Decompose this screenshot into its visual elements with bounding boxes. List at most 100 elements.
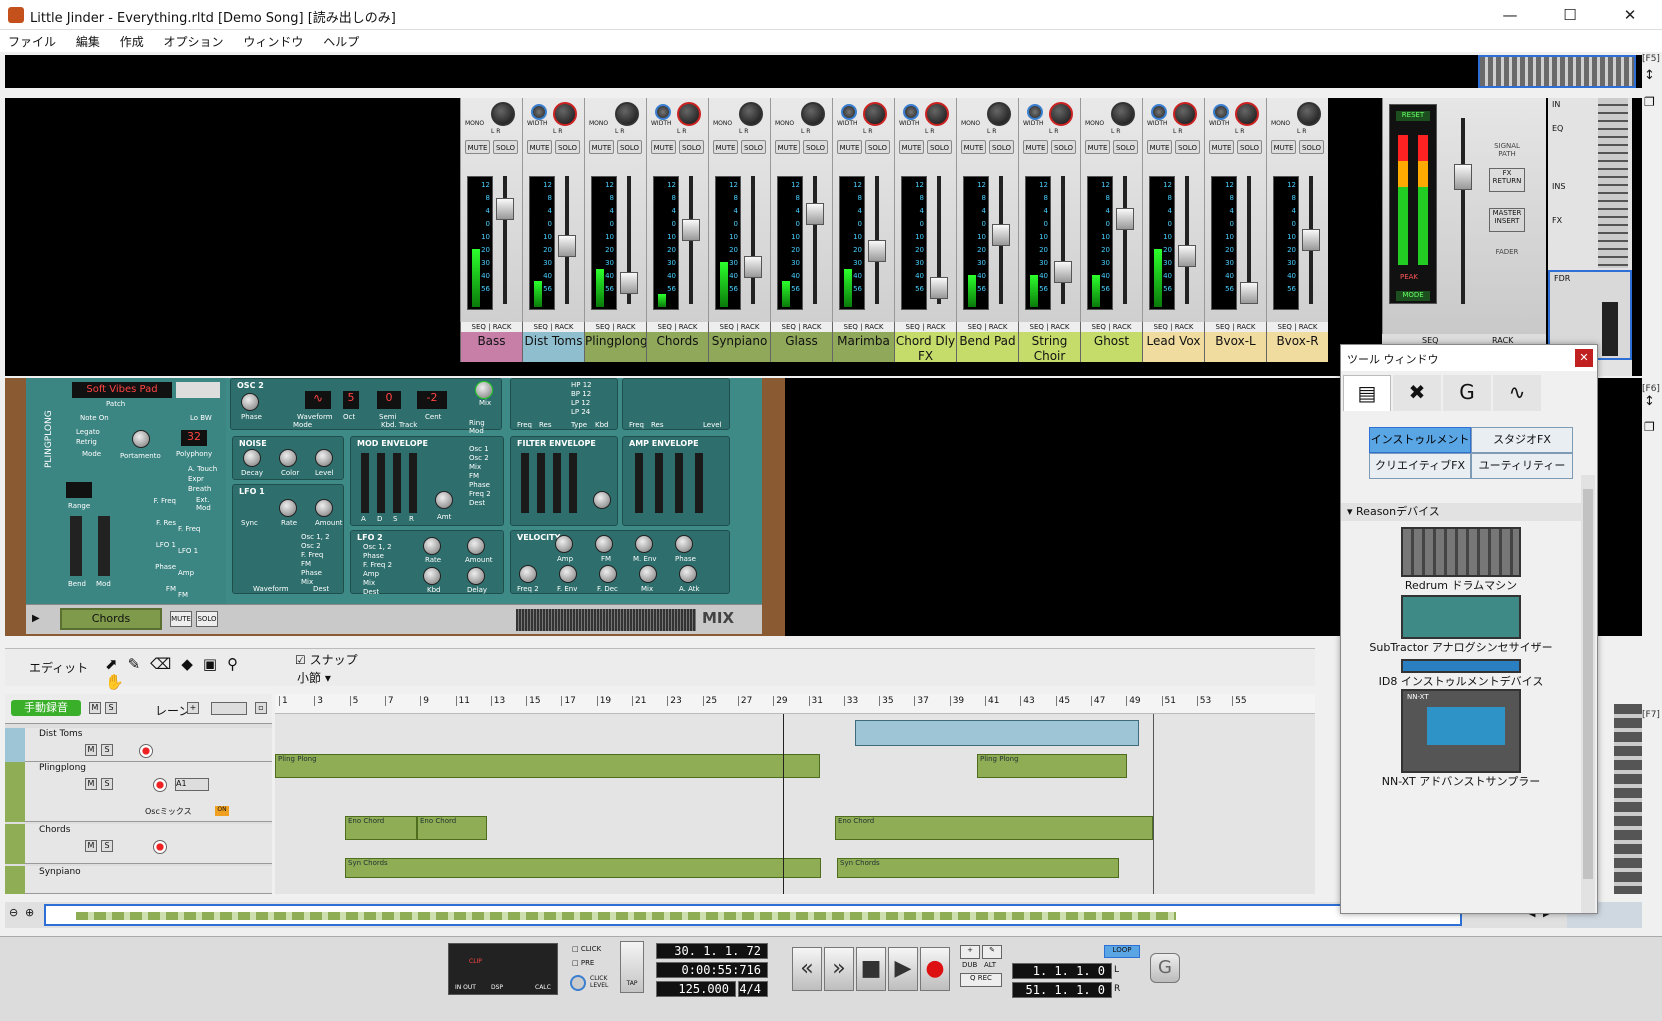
clip[interactable]: Syn Chords — [837, 858, 1119, 878]
clip[interactable] — [855, 720, 1139, 746]
detach-icon[interactable]: ↕ — [1644, 68, 1655, 83]
width-knob[interactable] — [841, 104, 857, 120]
phase-knob[interactable] — [241, 393, 259, 411]
mod-wheel[interactable] — [98, 516, 110, 576]
channel-fader[interactable] — [682, 219, 700, 241]
solo-button[interactable]: SOLO — [617, 140, 642, 154]
clip[interactable]: Pling Plong — [275, 754, 820, 778]
channel-fader[interactable] — [1054, 261, 1072, 283]
seq-rack-buttons[interactable]: SEQ | RACK — [771, 322, 832, 332]
channel-fader[interactable] — [744, 256, 762, 278]
timeline-ruler[interactable]: 1 3 5 7 9 11 13 15 17 19 21 23 25 27 29 31 33 35 37 39 41 43 4… — [275, 694, 1315, 714]
cent-display[interactable]: -2 — [417, 391, 447, 409]
track-record-button[interactable] — [153, 778, 167, 792]
signature-display[interactable]: 4/4 — [738, 981, 768, 997]
vel-fenv-knob[interactable] — [559, 565, 577, 583]
device-subtractor[interactable]: SubTractor アナログシンセサイザー — [1341, 595, 1581, 655]
pencil-tool-icon[interactable]: ✎ — [128, 655, 151, 673]
track-name[interactable]: Synpiano — [39, 867, 81, 877]
mute-button[interactable]: MUTE — [1271, 140, 1296, 154]
expand-arrow-icon[interactable]: ▶ — [32, 613, 40, 624]
vel-amp-knob[interactable] — [555, 535, 573, 553]
menu-window[interactable]: ウィンドウ — [235, 30, 311, 50]
amp-env-s-slider[interactable] — [675, 453, 683, 513]
rack-overview[interactable] — [5, 55, 1642, 88]
loop-r-button[interactable]: R — [1114, 984, 1120, 994]
maximize-button[interactable]: ☐ — [1552, 4, 1588, 26]
seq-rack-buttons[interactable]: SEQ | RACK — [709, 322, 770, 332]
detach-rack-icon[interactable]: ↕ — [1644, 394, 1655, 409]
pattern-select[interactable]: A1 — [175, 778, 209, 791]
loop-l-button[interactable]: L — [1114, 965, 1119, 975]
tab-tools-icon[interactable]: ✖ — [1393, 375, 1441, 411]
lfo2-amount-knob[interactable] — [467, 537, 485, 555]
filter-env-r-slider[interactable] — [569, 453, 577, 513]
channel-label[interactable]: SEQ | RACK Marimba — [832, 322, 894, 362]
seq-rack-buttons[interactable]: SEQ | RACK — [1205, 322, 1266, 332]
reason-logo-icon[interactable]: G — [1150, 953, 1180, 983]
snap-select[interactable]: 小節 ▾ — [297, 669, 331, 686]
amp-env-a-slider[interactable] — [635, 453, 643, 513]
pan-knob[interactable] — [1297, 102, 1321, 126]
fdr-fader[interactable] — [1602, 302, 1618, 356]
seq-rack-buttons[interactable]: SEQ | RACK — [1081, 322, 1142, 332]
lfo1-rate-knob[interactable] — [279, 499, 297, 517]
pan-knob[interactable] — [925, 102, 949, 126]
combinator-name[interactable]: Chords — [60, 608, 162, 630]
pan-knob[interactable] — [1235, 102, 1259, 126]
solo-button[interactable]: SOLO — [679, 140, 704, 154]
solo-button[interactable]: SOLO — [1299, 140, 1324, 154]
channel-label[interactable]: SEQ | RACK Bvox-R — [1266, 322, 1328, 362]
track-row[interactable]: Synpiano — [5, 866, 272, 894]
channel-fader[interactable] — [930, 277, 948, 299]
solo-button[interactable]: SOLO — [1051, 140, 1076, 154]
mix-knob[interactable] — [475, 381, 493, 399]
patch-display[interactable]: Soft Vibes Pad — [72, 382, 172, 398]
seq-rack-buttons[interactable]: SEQ | RACK — [1267, 322, 1328, 332]
pan-knob[interactable] — [1049, 102, 1073, 126]
mute-button[interactable]: MUTE — [961, 140, 986, 154]
tab-audio-icon[interactable]: ∿ — [1493, 375, 1541, 411]
width-knob[interactable] — [655, 104, 671, 120]
track-name[interactable]: Dist Toms — [39, 729, 82, 739]
patch-browse-buttons[interactable] — [176, 382, 220, 398]
filter-env-s-slider[interactable] — [553, 453, 561, 513]
mute-button[interactable]: MUTE — [1085, 140, 1110, 154]
stop-button[interactable]: ■ — [856, 947, 886, 991]
click-level-knob[interactable] — [570, 975, 586, 991]
solo-button[interactable]: SOLO — [493, 140, 518, 154]
channel-label[interactable]: SEQ | RACK Chords — [646, 322, 708, 362]
category-utility[interactable]: ユーティリティー — [1471, 453, 1573, 479]
magnify-tool-icon[interactable]: ⚲ — [227, 655, 248, 673]
reset-button[interactable]: RESET — [1396, 111, 1430, 121]
seq-rack-buttons[interactable]: SEQ | RACK — [1143, 322, 1204, 332]
solo-button[interactable]: SOLO — [555, 140, 580, 154]
tool-window-close-icon[interactable]: ✕ — [1575, 349, 1593, 367]
width-knob[interactable] — [1027, 104, 1043, 120]
add-lane-icon[interactable]: + — [187, 702, 199, 714]
eraser-tool-icon[interactable]: ⌫ — [150, 655, 181, 673]
channel-fader[interactable] — [558, 235, 576, 257]
lane-options-icon[interactable]: ▫ — [255, 702, 267, 714]
clip[interactable]: Eno Chord — [417, 816, 487, 840]
select-tool-icon[interactable]: ⬈ — [105, 655, 128, 673]
polyphony-display[interactable]: 32 — [181, 430, 207, 446]
tab-devices-icon[interactable]: ▤ — [1343, 375, 1391, 411]
clip[interactable]: Syn Chords — [345, 858, 821, 878]
vel-phase-knob[interactable] — [675, 535, 693, 553]
play-button[interactable]: ▶ — [888, 947, 918, 991]
noise-decay-knob[interactable] — [243, 449, 261, 467]
track-name[interactable]: Plingplong — [39, 763, 86, 773]
click-toggle[interactable]: □ CLICK — [572, 945, 601, 953]
zoom-in-icon[interactable]: ⊕ — [25, 906, 34, 919]
track-record-button[interactable] — [139, 744, 153, 758]
vel-mix-knob[interactable] — [639, 565, 657, 583]
hand-tool-icon[interactable]: ✋ — [105, 673, 134, 691]
channel-fader[interactable] — [1178, 245, 1196, 267]
header-mute-button[interactable]: M — [89, 702, 101, 714]
pan-knob[interactable] — [553, 102, 577, 126]
category-studio-fx[interactable]: スタジオFX — [1471, 427, 1573, 453]
vel-fdec-knob[interactable] — [599, 565, 617, 583]
record-mode-button[interactable]: 手動録音 — [11, 700, 81, 716]
mute-button[interactable]: MUTE — [1147, 140, 1172, 154]
